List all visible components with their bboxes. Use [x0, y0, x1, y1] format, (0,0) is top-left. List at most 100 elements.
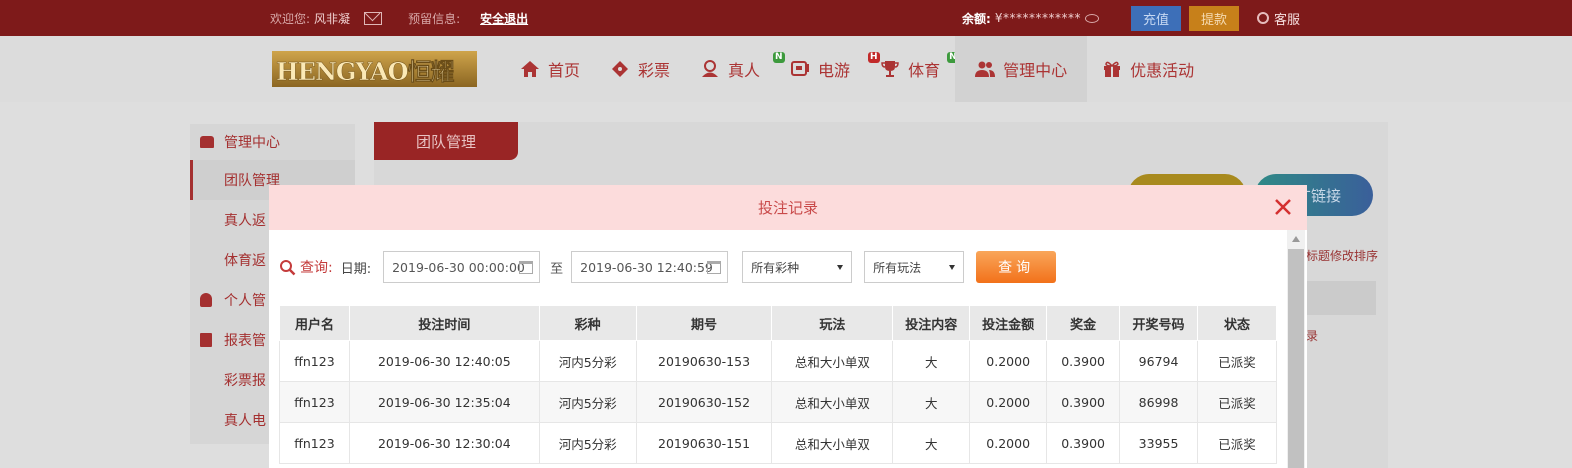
cell-status: 已派奖	[1197, 340, 1277, 382]
filter-bar: 查询: 日期: 2019-06-30 00:00:00 至 2019-06-30…	[279, 251, 1057, 283]
table-row: ffn123 2019-06-30 12:40:05 河内5分彩 2019063…	[279, 340, 1277, 382]
logout-link[interactable]: 安全退出	[480, 10, 528, 27]
date-to-value: 2019-06-30 12:40:59	[580, 259, 713, 275]
account-actions: 余额: ¥************ 充值 提款 客服	[962, 0, 1300, 36]
cell-amount: 0.2000	[969, 381, 1048, 423]
reserve-info-label: 预留信息:	[408, 11, 461, 26]
nav-label: 彩票	[638, 61, 671, 80]
sidebar-section-label: 报表管	[224, 333, 266, 349]
user-icon	[200, 293, 212, 307]
lottery-type-select[interactable]: 所有彩种	[742, 251, 853, 283]
column-header: 开奖号码	[1119, 305, 1199, 341]
column-header: 玩法	[771, 305, 894, 341]
customer-service-label: 客服	[1273, 12, 1300, 28]
nav-sports[interactable]: 体育 N	[865, 36, 959, 102]
nav-promotions[interactable]: 优惠活动	[1087, 36, 1209, 102]
cell-period: 20190630-152	[635, 381, 773, 423]
nav-label: 体育	[908, 61, 941, 80]
bet-record-modal: 投注记录 查询: 日期: 2019-06-30 00:00:00 至 2019-…	[269, 185, 1307, 468]
cell-status: 已派奖	[1197, 422, 1277, 464]
column-header: 奖金	[1046, 305, 1121, 341]
tab-team-management[interactable]: 团队管理	[374, 122, 518, 160]
ticket-icon	[610, 60, 630, 78]
cell-prize: 0.3900	[1046, 422, 1121, 464]
play-type-select[interactable]: 所有玩法	[864, 251, 965, 283]
deposit-button[interactable]: 充值	[1130, 5, 1181, 31]
balance-value: ¥************	[994, 11, 1081, 25]
date-to-field[interactable]: 2019-06-30 12:40:59	[571, 251, 729, 283]
search-icon	[280, 259, 296, 275]
cell-amount: 0.2000	[969, 340, 1048, 382]
headset-icon	[1256, 12, 1269, 24]
nav-label: 管理中心	[1003, 61, 1068, 80]
cell-lottery: 河内5分彩	[538, 381, 637, 423]
modal-scrollbar[interactable]	[1287, 230, 1305, 468]
cell-bet-time: 2019-06-30 12:30:04	[348, 422, 540, 464]
withdraw-button[interactable]: 提款	[1188, 5, 1239, 31]
dealer-icon	[700, 60, 720, 78]
sidebar-section-label: 管理中心	[224, 135, 280, 151]
column-header: 投注时间	[348, 305, 540, 341]
date-from-field[interactable]: 2019-06-30 00:00:00	[383, 251, 541, 283]
users-icon	[975, 60, 996, 78]
cell-content: 大	[892, 340, 971, 382]
nav-lottery[interactable]: 彩票	[595, 36, 685, 102]
play-type-value: 所有玩法	[873, 260, 922, 275]
customer-service-link[interactable]: 客服	[1256, 9, 1300, 28]
cell-play: 总和大小单双	[771, 422, 894, 464]
column-header: 状态	[1197, 305, 1277, 341]
lottery-type-value: 所有彩种	[751, 260, 800, 275]
cell-status: 已派奖	[1197, 381, 1277, 423]
mail-icon[interactable]	[364, 11, 383, 25]
bet-records-table: 用户名 投注时间 彩种 期号 玩法 投注内容 投注金额 奖金 开奖号码 状态 f…	[279, 305, 1277, 464]
nav-home[interactable]: 首页	[505, 36, 595, 102]
table-header-row: 用户名 投注时间 彩种 期号 玩法 投注内容 投注金额 奖金 开奖号码 状态	[279, 305, 1277, 341]
close-icon[interactable]	[1271, 195, 1295, 219]
nav-label: 首页	[548, 61, 581, 80]
report-icon	[200, 333, 212, 347]
cell-draw-number: 86998	[1119, 381, 1199, 423]
sidebar-section-management[interactable]: 管理中心	[190, 124, 355, 160]
calendar-icon[interactable]	[707, 261, 722, 274]
cell-lottery: 河内5分彩	[538, 422, 637, 464]
main-nav-bar: HENGYAO恒耀 首页 彩票 真人 N 电游 H 体育 N 管理中心 优惠活动	[0, 36, 1572, 102]
date-from-value: 2019-06-30 00:00:00	[392, 259, 525, 275]
main-nav: 首页 彩票 真人 N 电游 H 体育 N 管理中心 优惠活动	[505, 36, 1209, 102]
background-note: 标题修改排序	[1306, 249, 1379, 263]
scroll-up-arrow-icon[interactable]	[1292, 236, 1300, 242]
eye-icon[interactable]	[1084, 13, 1099, 23]
column-header: 投注内容	[892, 305, 971, 341]
nav-label: 真人	[728, 61, 761, 80]
cell-bet-time: 2019-06-30 12:35:04	[348, 381, 540, 423]
nav-slots[interactable]: 电游 H	[775, 36, 880, 102]
modal-title: 投注记录	[757, 199, 818, 217]
sidebar-section-label: 个人管	[224, 293, 266, 309]
query-button[interactable]: 查询	[976, 251, 1057, 283]
column-header: 期号	[635, 305, 773, 341]
chevron-down-icon	[837, 265, 844, 270]
scroll-thumb[interactable]	[1288, 249, 1304, 468]
users-icon	[200, 136, 214, 148]
cell-content: 大	[892, 422, 971, 464]
cell-content: 大	[892, 381, 971, 423]
calendar-icon[interactable]	[519, 261, 534, 274]
balance-label: 余额:	[962, 11, 991, 26]
cell-username: ffn123	[279, 422, 350, 464]
cell-lottery: 河内5分彩	[538, 340, 637, 382]
nav-live[interactable]: 真人 N	[685, 36, 785, 102]
user-info: 欢迎您: 风非凝 预留信息: 安全退出	[270, 0, 532, 36]
column-header: 用户名	[279, 305, 350, 341]
cell-amount: 0.2000	[969, 422, 1048, 464]
background-table-header	[1306, 281, 1376, 315]
nav-label: 电游	[818, 61, 851, 80]
nav-management[interactable]: 管理中心	[955, 36, 1088, 102]
cell-bet-time: 2019-06-30 12:40:05	[348, 340, 540, 382]
trophy-icon	[880, 60, 900, 78]
table-row: ffn123 2019-06-30 12:30:04 河内5分彩 2019063…	[279, 422, 1277, 464]
cell-draw-number: 96794	[1119, 340, 1199, 382]
cell-prize: 0.3900	[1046, 381, 1121, 423]
cell-period: 20190630-153	[635, 340, 773, 382]
logo[interactable]: HENGYAO恒耀	[272, 51, 477, 87]
cell-period: 20190630-151	[635, 422, 773, 464]
modal-header: 投注记录	[269, 185, 1307, 230]
